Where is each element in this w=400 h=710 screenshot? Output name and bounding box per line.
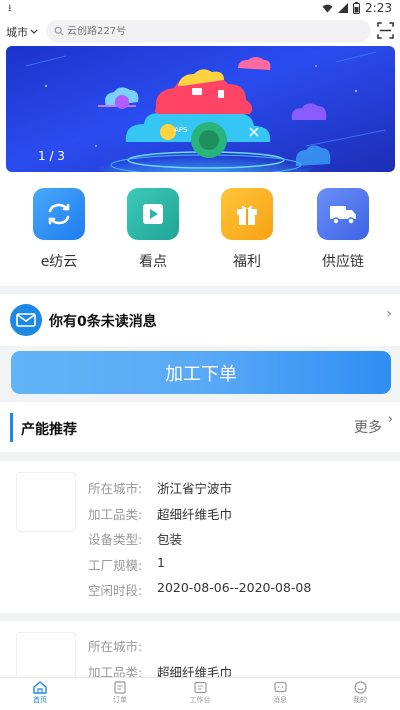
tab-profile[interactable]: 我的 [330,681,390,705]
signal-icon [338,3,349,13]
city-label: 城市 [6,26,28,39]
message-icon [273,681,287,693]
notice-text: 你有0条未读消息 [49,314,157,330]
banner-container: APS 1 / 3 [0,46,400,174]
info-value: 2020-08-06--2020-08-08 [157,580,312,595]
bottom-tab-bar: 首页 订单 工作台 消息 我的 [0,677,400,710]
search-input[interactable] [67,25,347,37]
gift-icon [221,188,273,240]
info-value: 超细纤维毛巾 [157,507,233,522]
quick-item-label: e纺云 [40,254,78,270]
info-row-category: 加工品类: 超细纤维毛巾 [88,662,232,677]
banner-carousel[interactable]: APS 1 / 3 [6,46,395,172]
profile-icon [353,681,367,694]
truck-icon [317,188,369,240]
quick-item-supply-chain[interactable]: 供应链 [308,188,378,271]
quick-item-label: 福利 [233,254,261,270]
quick-item-e-fangyun[interactable]: e纺云 [24,188,94,271]
workbench-icon [193,681,207,694]
tab-label: 工作台 [189,696,211,704]
chevron-down-icon [30,29,38,34]
tab-messages[interactable]: 消息 [250,681,310,705]
section-header: 产能推荐 更多 › [0,402,400,452]
search-box[interactable] [46,20,371,42]
section-title: 产能推荐 [21,422,77,438]
info-value: 超细纤维毛巾 [157,665,233,677]
scan-icon[interactable] [377,22,394,39]
quick-menu: e纺云 看点 福利 供应链 [0,174,400,286]
info-label: 设备类型: [88,532,143,547]
search-row: 城市 [0,16,400,46]
sync-icon [33,188,85,240]
quick-item-label: 供应链 [322,254,364,270]
order-icon [114,681,126,694]
info-row-equipment: 设备类型: 包装 [88,529,182,548]
quick-item-fuli[interactable]: 福利 [212,188,282,271]
search-icon [54,26,64,36]
capacity-card[interactable]: 所在城市: 浙江省宁波市 加工品类: 超细纤维毛巾 设备类型: 包装 工厂规模:… [0,461,400,613]
city-selector[interactable]: 城市 [6,24,38,40]
info-row-city: 所在城市: 浙江省宁波市 [88,478,232,497]
info-row-scale: 工厂规模: 1 [88,555,165,574]
capacity-card[interactable]: 所在城市: 加工品类: 超细纤维毛巾 [0,621,400,677]
banner-indicator: 1 / 3 [38,149,65,163]
info-value: 1 [157,555,165,570]
tab-label: 消息 [273,696,287,704]
mail-icon [10,304,42,336]
info-value: 包装 [157,532,183,547]
battery-icon [353,2,361,14]
info-label: 所在城市: [88,481,143,496]
info-value: 浙江省宁波市 [157,481,233,496]
info-label: 所在城市: [88,639,143,654]
info-label: 加工品类: [88,665,143,677]
tab-home[interactable]: 首页 [10,681,70,705]
wifi-icon [322,4,333,13]
tab-workbench[interactable]: 工作台 [170,681,230,705]
status-icons: 2:23 [322,1,392,15]
section-accent-bar [10,413,13,442]
chevron-right-icon[interactable]: › [388,412,393,427]
home-icon [33,681,47,694]
info-row-category: 加工品类: 超细纤维毛巾 [88,504,232,523]
play-icon [127,188,179,240]
factory-thumbnail [16,632,76,677]
info-label: 空闲时段: [88,583,143,598]
more-link[interactable]: 更多 [354,417,382,437]
quick-item-kandian[interactable]: 看点 [118,188,188,271]
tab-label: 订单 [113,696,127,704]
tab-label: 我的 [353,696,367,704]
factory-thumbnail [16,472,76,532]
tab-orders[interactable]: 订单 [90,681,150,705]
quick-item-label: 看点 [139,254,167,270]
chevron-right-icon: › [386,306,392,322]
unread-notice[interactable]: 你有0条未读消息 › [0,294,400,346]
info-label: 加工品类: [88,507,143,522]
info-label: 工厂规模: [88,558,143,573]
process-order-button[interactable]: 加工下单 [11,351,391,394]
tab-label: 首页 [33,696,47,704]
status-bar: ⭳ 2:23 [0,0,400,16]
info-row-idle-period: 空闲时段: 2020-08-06--2020-08-08 [88,580,311,599]
banner-cloud-label-aps: APS [174,126,188,134]
status-time: 2:23 [365,1,392,15]
info-row-city: 所在城市: [88,636,142,655]
